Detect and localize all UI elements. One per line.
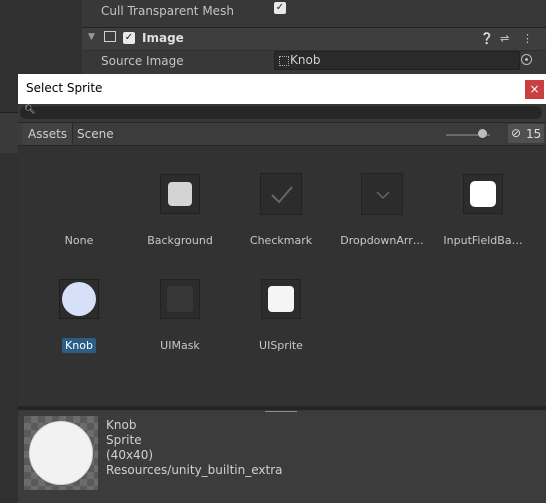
item-label: UIMask bbox=[160, 339, 200, 352]
target-icon bbox=[521, 54, 532, 65]
collapse-arrow-icon[interactable]: ▼ bbox=[88, 32, 95, 42]
inspector-panel: Cull Transparent Mesh ✓ ▼ ✓ Image ❔ ⇌ ⋮ … bbox=[82, 0, 546, 80]
dialog-titlebar[interactable]: Select Sprite × bbox=[18, 74, 546, 104]
search-input[interactable]: 🔍︎ bbox=[20, 105, 542, 119]
item-label: InputFieldBa… bbox=[443, 234, 523, 247]
checkmark-icon bbox=[271, 186, 293, 204]
hidden-packages-toggle[interactable]: ⊘ 15 bbox=[508, 124, 544, 143]
preview-splitter[interactable] bbox=[18, 406, 546, 410]
ui-mask-thumbnail bbox=[160, 279, 200, 319]
item-label-selected: Knob bbox=[29, 338, 129, 353]
input-field-sprite-icon bbox=[470, 181, 496, 207]
checkmark-thumbnail bbox=[260, 173, 302, 215]
close-button[interactable]: × bbox=[525, 80, 544, 99]
item-label: Checkmark bbox=[249, 234, 313, 247]
knob-thumbnail bbox=[59, 279, 99, 319]
preview-thumbnail bbox=[24, 416, 98, 490]
background-sprite-icon bbox=[168, 182, 192, 206]
search-icon: 🔍︎ bbox=[24, 105, 36, 115]
object-picker-button[interactable] bbox=[518, 51, 534, 68]
cull-transparent-mesh-checkbox[interactable]: ✓ bbox=[274, 2, 286, 14]
grid-item-none[interactable]: None bbox=[29, 146, 129, 247]
knob-label: Knob bbox=[62, 338, 96, 353]
knob-sprite-icon bbox=[62, 282, 96, 316]
preview-type: Sprite bbox=[106, 433, 142, 447]
ui-sprite-thumbnail bbox=[261, 279, 301, 319]
grid-item-ui-mask[interactable]: UIMask bbox=[130, 251, 230, 352]
item-label: Background bbox=[147, 234, 213, 247]
image-enabled-checkbox[interactable]: ✓ bbox=[123, 32, 135, 44]
grid-item-background[interactable]: Background bbox=[130, 146, 230, 247]
more-options-icon[interactable]: ⋮ bbox=[522, 32, 533, 45]
background-thumbnail bbox=[160, 174, 200, 214]
cull-transparent-mesh-label: Cull Transparent Mesh bbox=[101, 4, 234, 18]
grid-item-ui-sprite[interactable]: UISprite bbox=[231, 251, 331, 352]
image-component-header[interactable]: ▼ ✓ Image ❔ ⇌ ⋮ bbox=[82, 27, 546, 51]
dropdown-arrow-thumbnail bbox=[361, 173, 403, 215]
dialog-title: Select Sprite bbox=[26, 81, 103, 95]
source-image-value: Knob bbox=[290, 53, 321, 67]
source-image-label: Source Image bbox=[101, 54, 184, 68]
input-field-thumbnail bbox=[463, 174, 503, 214]
eye-slash-icon: ⊘ bbox=[511, 126, 522, 140]
image-component-icon bbox=[104, 31, 116, 42]
item-label: DropdownArr… bbox=[340, 234, 424, 247]
grid-item-knob[interactable]: Knob bbox=[29, 251, 129, 353]
select-sprite-dialog: Select Sprite × 🔍︎ Assets Scene ⊘ 15 Non… bbox=[18, 74, 546, 503]
help-icon[interactable]: ❔ bbox=[480, 32, 494, 45]
tab-scene[interactable]: Scene bbox=[72, 123, 119, 145]
knob-preview-image bbox=[29, 421, 93, 485]
chevron-down-icon bbox=[376, 191, 390, 200]
grid-item-dropdown-arrow[interactable]: DropdownArr… bbox=[332, 146, 432, 247]
preview-size: (40x40) bbox=[106, 448, 154, 462]
asset-grid: None Background Checkmark DropdownArr… I… bbox=[18, 146, 546, 406]
source-image-field[interactable]: Knob bbox=[274, 51, 520, 70]
item-label: None bbox=[64, 234, 94, 247]
preview-path: Resources/unity_builtin_extra bbox=[106, 463, 283, 477]
tab-assets[interactable]: Assets bbox=[23, 123, 74, 145]
ui-mask-sprite-icon bbox=[167, 286, 193, 312]
image-component-title: Image bbox=[142, 31, 184, 45]
grid-item-input-field-background[interactable]: InputFieldBa… bbox=[433, 146, 533, 247]
item-label: UISprite bbox=[259, 339, 303, 352]
ui-sprite-icon bbox=[268, 286, 294, 312]
search-bar: 🔍︎ bbox=[18, 104, 546, 123]
preview-pane: Knob Sprite (40x40) Resources/unity_buil… bbox=[18, 412, 546, 503]
hidden-count: 15 bbox=[526, 127, 542, 141]
cull-row: Cull Transparent Mesh ✓ bbox=[82, 0, 546, 22]
tab-bar: Assets Scene ⊘ 15 bbox=[18, 123, 546, 146]
preview-name: Knob bbox=[106, 418, 137, 432]
sprite-icon bbox=[279, 56, 289, 66]
left-panel-strip bbox=[0, 112, 18, 153]
presets-icon[interactable]: ⇌ bbox=[500, 32, 509, 45]
zoom-slider-handle[interactable] bbox=[478, 129, 487, 138]
grid-item-checkmark[interactable]: Checkmark bbox=[231, 146, 331, 247]
